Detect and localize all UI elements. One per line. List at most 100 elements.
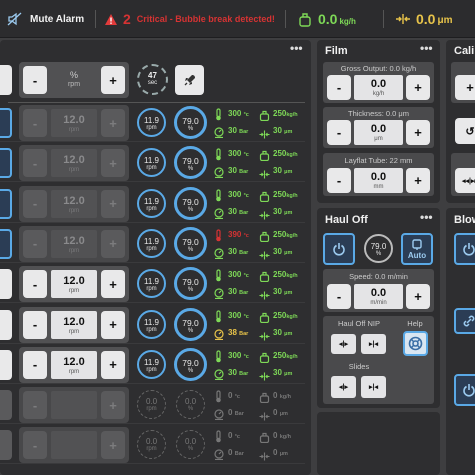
temperature-readout: 300 °c bbox=[228, 350, 249, 360]
thickness-readout: 30 μm bbox=[273, 327, 293, 337]
rpm-minus-button[interactable]: - bbox=[23, 109, 47, 137]
global-rpm-plus-button[interactable]: + bbox=[101, 66, 125, 94]
slides-open-button[interactable]: ◂|▸ bbox=[331, 376, 356, 398]
output-weight-icon bbox=[259, 191, 270, 202]
rpm-minus-button[interactable]: - bbox=[23, 431, 47, 460]
rpm-minus-button[interactable]: - bbox=[23, 189, 47, 218]
extruder-row: - 12.0 rpm + 11.9 rpm 79.0 % 300 °c 30 B… bbox=[0, 346, 305, 384]
rpm-plus-button[interactable]: + bbox=[101, 350, 125, 379]
pressure-readout: 0 Bar bbox=[228, 448, 244, 458]
auto-icon bbox=[412, 238, 422, 250]
rpm-minus-button[interactable]: - bbox=[23, 229, 47, 258]
haul-off-speed-minus-button[interactable]: - bbox=[327, 284, 351, 309]
global-rpm-value: % bbox=[69, 70, 78, 80]
extruder-power-button[interactable] bbox=[0, 188, 12, 219]
blow-power-button-1[interactable] bbox=[454, 233, 475, 265]
extruder-power-button[interactable] bbox=[0, 108, 12, 138]
load-gauge: 79.0 % bbox=[174, 307, 207, 341]
rpm-plus-button[interactable]: + bbox=[101, 310, 125, 339]
pressure-readout: 0 Bar bbox=[228, 408, 244, 418]
alarm-indicator[interactable]: 2 Critical - Bubble break detected! bbox=[104, 0, 275, 38]
current-rpm-gauge: 11.9 rpm bbox=[137, 108, 166, 137]
rpm-plus-button[interactable]: + bbox=[101, 109, 125, 137]
rpm-plus-button[interactable]: + bbox=[101, 189, 125, 218]
help-button[interactable] bbox=[403, 331, 428, 356]
rpm-plus-button[interactable]: + bbox=[101, 391, 125, 420]
rpm-plus-button[interactable]: + bbox=[101, 431, 125, 460]
thickness-arrows-icon bbox=[259, 291, 270, 300]
haul-off-menu-button[interactable]: ••• bbox=[420, 210, 433, 224]
extruder-power-button[interactable] bbox=[0, 390, 12, 421]
extruder-row-off: - + 0.0 rpm 0.0 % 0 °c 0 Bar 0 kg/h 0 μm bbox=[0, 426, 305, 465]
rpm-minus-button[interactable]: - bbox=[23, 391, 47, 420]
output-weight-icon bbox=[259, 392, 270, 404]
rpm-plus-button[interactable]: + bbox=[101, 149, 125, 178]
rpm-plus-button[interactable]: + bbox=[101, 229, 125, 258]
rpm-minus-button[interactable]: - bbox=[23, 270, 47, 299]
extruder-power-button[interactable] bbox=[0, 269, 12, 300]
pressure-gauge-icon bbox=[214, 127, 224, 139]
power-icon bbox=[333, 243, 345, 256]
header-power-button-partial[interactable] bbox=[0, 65, 12, 95]
pressure-readout: 38 Bar bbox=[228, 327, 249, 337]
rpm-setpoint-control: - 12.0 rpm + bbox=[19, 145, 129, 182]
launch-button[interactable] bbox=[175, 65, 204, 95]
blow-power-button-2[interactable] bbox=[454, 374, 475, 406]
thickness-minus-button[interactable]: - bbox=[327, 120, 351, 145]
haul-off-speed-plus-button[interactable]: + bbox=[406, 284, 430, 309]
extruder-power-button[interactable] bbox=[0, 349, 12, 380]
thermometer-icon bbox=[216, 309, 221, 322]
output-readout: 250kg/h bbox=[273, 149, 298, 159]
thickness-plus-button[interactable]: + bbox=[406, 120, 430, 145]
lifebuoy-icon bbox=[408, 336, 423, 351]
pressure-gauge-icon bbox=[214, 369, 224, 380]
haul-off-auto-button[interactable]: Auto bbox=[401, 233, 433, 265]
pressure-gauge-icon bbox=[214, 449, 224, 461]
current-rpm-gauge: 11.9 rpm bbox=[137, 309, 166, 339]
film-panel: Film ••• Gross Output: 0.0 kg/h - 0.0 kg/… bbox=[317, 40, 440, 203]
nip-open-button[interactable]: ◂|▸ bbox=[331, 334, 356, 354]
cali-reset-button[interactable]: ↺ bbox=[455, 118, 475, 144]
extruder-row: - 12.0 rpm + 11.9 rpm 79.0 % 300 °c 30 B… bbox=[0, 185, 305, 223]
output-readout: 0 kg/h bbox=[273, 431, 291, 441]
rpm-setpoint-value bbox=[51, 391, 97, 420]
haul-off-power-button[interactable] bbox=[323, 233, 355, 265]
load-gauge: 79.0 % bbox=[174, 106, 207, 139]
gross-output-plus-button[interactable]: + bbox=[406, 75, 430, 100]
extruder-menu-button[interactable]: ••• bbox=[290, 41, 303, 55]
cali-button-1[interactable]: + bbox=[455, 75, 475, 100]
pressure-readout: 30 Bar bbox=[228, 206, 249, 216]
global-rpm-minus-button[interactable]: - bbox=[23, 66, 47, 94]
layflat-minus-button[interactable]: - bbox=[327, 168, 351, 193]
film-menu-button[interactable]: ••• bbox=[420, 41, 433, 55]
thickness-arrows-icon bbox=[396, 14, 410, 24]
extruder-power-button[interactable] bbox=[0, 228, 12, 259]
thickness-readout: 30 μm bbox=[273, 287, 293, 297]
countdown-timer: 47 sec bbox=[137, 64, 168, 95]
rpm-setpoint-value: 12.0 rpm bbox=[51, 310, 97, 339]
cali-control-2: ◂◂|▸▸ bbox=[451, 153, 475, 196]
output-weight-icon bbox=[259, 110, 270, 122]
pressure-readout: 30 Bar bbox=[228, 287, 249, 297]
rpm-minus-button[interactable]: - bbox=[23, 310, 47, 339]
gross-output-minus-button[interactable]: - bbox=[327, 75, 351, 100]
thickness-readout: 0 μm bbox=[273, 448, 288, 458]
rpm-minus-button[interactable]: - bbox=[23, 350, 47, 379]
thickness-arrows-icon bbox=[259, 332, 270, 340]
extruder-power-button[interactable] bbox=[0, 148, 12, 179]
nip-close-button[interactable]: ▸|◂ bbox=[361, 334, 386, 354]
blow-link-button[interactable] bbox=[454, 308, 475, 334]
slides-close-button[interactable]: ▸|◂ bbox=[361, 376, 386, 398]
mute-alarm-button[interactable]: Mute Alarm bbox=[7, 0, 84, 38]
extruder-power-button[interactable] bbox=[0, 309, 12, 340]
slides-label: Slides bbox=[348, 362, 370, 371]
cali-button-2[interactable]: ◂◂|▸▸ bbox=[455, 168, 475, 193]
extruder-power-button[interactable] bbox=[0, 430, 12, 461]
layflat-plus-button[interactable]: + bbox=[406, 168, 430, 193]
extruder-row-off: - + 0.0 rpm 0.0 % 0 °c 0 Bar 0 kg/h 0 μm bbox=[0, 386, 305, 425]
thermometer-icon bbox=[216, 350, 221, 363]
rpm-plus-button[interactable]: + bbox=[101, 270, 125, 299]
rpm-setpoint-value bbox=[51, 431, 97, 460]
rpm-minus-button[interactable]: - bbox=[23, 149, 47, 178]
haul-off-speed-value: 0.0 m/min bbox=[354, 284, 403, 309]
